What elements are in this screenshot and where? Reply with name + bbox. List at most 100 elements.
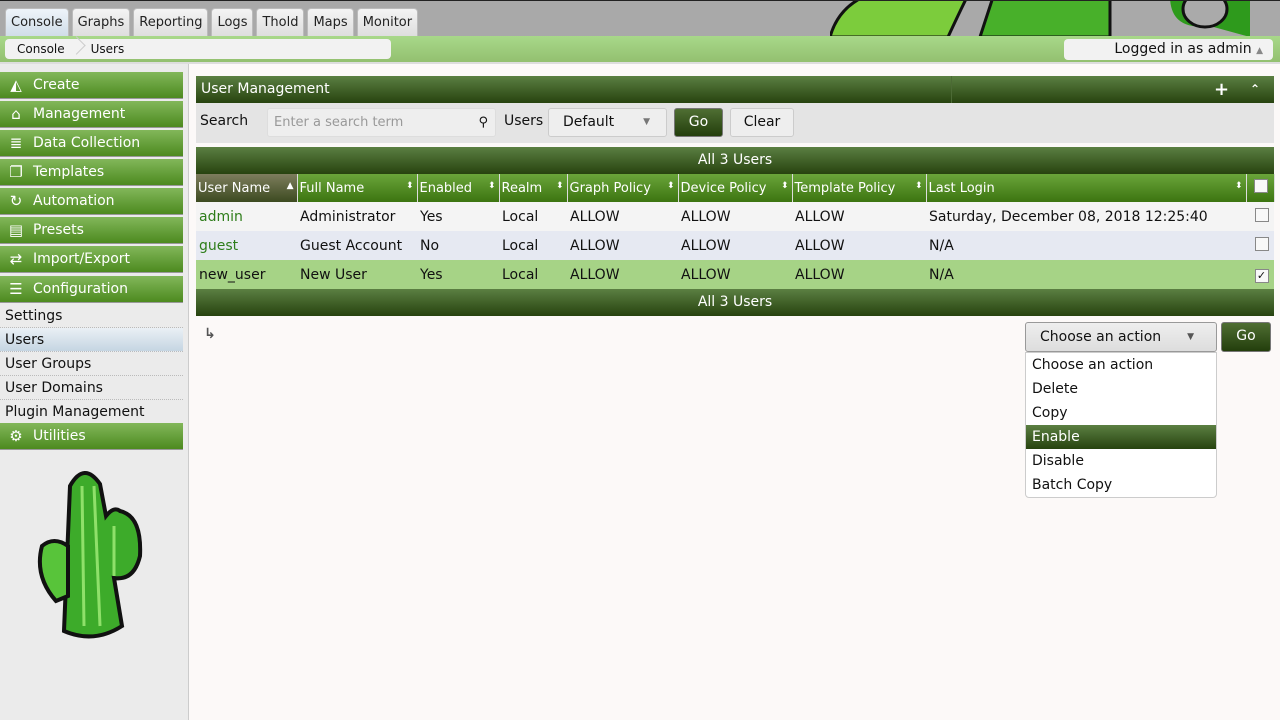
chart-area-icon: ◭ [10, 75, 22, 94]
select-all-checkbox[interactable] [1246, 174, 1275, 202]
tab-graphs[interactable]: Graphs [71, 8, 131, 37]
menu-automation[interactable]: ↻ Automation [0, 188, 183, 215]
go-button[interactable]: Go [674, 108, 723, 137]
tab-maps[interactable]: Maps [307, 8, 354, 37]
user-management-panel: User Management + ⌃ Search Enter a searc… [196, 76, 1275, 342]
menu-label: Data Collection [33, 134, 141, 151]
menu-presets[interactable]: ▤ Presets [0, 217, 183, 244]
cactus-logo-banner [830, 1, 1250, 37]
database-icon: ≣ [9, 133, 23, 152]
gears-icon: ⚙ [9, 426, 23, 445]
table-cell: ALLOW [681, 237, 731, 254]
col-template-policy[interactable]: Template Policy ⬍ [792, 174, 927, 202]
breadcrumb-console[interactable]: Console [5, 42, 79, 56]
table-cell: Local [502, 208, 539, 225]
col-user-name[interactable]: User Name ▲ [196, 174, 298, 202]
menu-data-collection[interactable]: ≣ Data Collection [0, 130, 183, 157]
col-enabled[interactable]: Enabled ⬍ [417, 174, 500, 202]
table-cell: ALLOW [795, 237, 845, 254]
col-full-name[interactable]: Full Name ⬍ [297, 174, 418, 202]
action-option-disable[interactable]: Disable [1026, 449, 1216, 473]
table-cell: new_user [196, 260, 297, 289]
user-link[interactable]: guest [199, 238, 238, 254]
action-option-enable[interactable]: Enable [1026, 425, 1216, 449]
menu-utilities[interactable]: ⚙ Utilities [0, 423, 183, 450]
caret-up-icon: ▲ [1256, 46, 1263, 56]
add-icon[interactable]: + [1214, 76, 1229, 103]
users-label: Users [504, 113, 544, 129]
user-menu[interactable]: Logged in as admin ▲ [1064, 39, 1273, 60]
action-option-copy[interactable]: Copy [1026, 401, 1216, 425]
table-cell: Saturday, December 08, 2018 12:25:40 [929, 208, 1208, 225]
breadcrumb-bar: Console Users Logged in as admin ▲ [0, 36, 1280, 64]
table-row[interactable]: new_user New User Yes Local ALLOW ALLOW ALLOW N… [196, 260, 1274, 289]
col-last-login[interactable]: Last Login ⬍ [926, 174, 1247, 202]
table-caption-bottom: All 3 Users [196, 289, 1274, 316]
table-row[interactable]: guest Guest Account No Local ALLOW ALLOW ALLOW… [196, 231, 1274, 260]
table-row[interactable]: admin Administrator Yes Local ALLOW ALLOW ALLO… [196, 202, 1274, 231]
table-cell: Yes [420, 266, 443, 283]
action-go-button[interactable]: Go [1221, 322, 1271, 352]
sidebar-item-settings[interactable]: Settings [0, 304, 183, 328]
table-cell: ALLOW [795, 208, 845, 225]
tab-logs[interactable]: Logs [211, 8, 254, 37]
table-cell: admin [196, 202, 297, 231]
col-graph-policy[interactable]: Graph Policy ⬍ [567, 174, 679, 202]
table-cell: N/A [929, 237, 954, 254]
menu-import-export[interactable]: ⇄ Import/Export [0, 246, 183, 273]
col-device-policy[interactable]: Device Policy ⬍ [678, 174, 793, 202]
table-cell: Local [502, 266, 539, 283]
row-checkbox[interactable]: ✓ [1254, 268, 1269, 283]
breadcrumb: Console Users [5, 39, 391, 59]
menu-configuration[interactable]: ☰ Configuration [0, 276, 183, 303]
table-cell: ALLOW [795, 266, 845, 283]
search-input[interactable]: Enter a search term ⚲ [267, 108, 496, 137]
sidebar-item-users[interactable]: Users [0, 328, 183, 352]
tab-thold[interactable]: Thold [256, 8, 305, 37]
table-cell: N/A [929, 266, 954, 283]
menu-label: Utilities [33, 427, 86, 444]
menu-create[interactable]: ◭ Create [0, 72, 183, 99]
tab-monitor[interactable]: Monitor [356, 8, 419, 37]
sidebar-item-plugin-management[interactable]: Plugin Management [0, 400, 183, 424]
sort-icon: ⬍ [666, 180, 675, 191]
table-cell: ALLOW [570, 266, 620, 283]
menu-management[interactable]: ⌂ Management [0, 101, 183, 128]
user-link[interactable]: admin [199, 209, 243, 225]
sidebar: ◭ Create ⌂ Management ≣ Data Collection ❐ Te… [0, 64, 189, 720]
panel-title: User Management [201, 81, 330, 97]
arrow-turn-icon: ↳ [204, 326, 216, 342]
sliders-icon: ☰ [9, 279, 23, 298]
table-cell: No [420, 237, 440, 254]
tab-reporting[interactable]: Reporting [133, 8, 209, 37]
users-select[interactable]: Default ▼ [548, 108, 667, 137]
table-cell: ALLOW [681, 266, 731, 283]
row-checkbox[interactable] [1254, 207, 1269, 222]
menu-templates[interactable]: ❐ Templates [0, 159, 183, 186]
user-link[interactable]: new_user [199, 267, 265, 283]
sidebar-item-user-domains[interactable]: User Domains [0, 376, 183, 400]
home-icon: ⌂ [11, 104, 21, 123]
col-realm[interactable]: Realm ⬍ [499, 174, 568, 202]
copy-icon: ❐ [9, 162, 23, 181]
breadcrumb-users[interactable]: Users [79, 42, 139, 56]
action-option-delete[interactable]: Delete [1026, 377, 1216, 401]
chevron-down-icon: ▼ [1187, 332, 1194, 342]
table-cell: Local [502, 237, 539, 254]
table-cell: New User [300, 266, 367, 283]
sort-icon: ⬍ [1234, 180, 1243, 191]
collapse-icon[interactable]: ⌃ [1250, 76, 1260, 103]
table-caption-top: All 3 Users [196, 147, 1274, 174]
action-select-value: Choose an action [1040, 329, 1162, 345]
row-checkbox[interactable] [1254, 236, 1269, 251]
cactus-logo [37, 471, 143, 639]
table-cell: Administrator [300, 208, 396, 225]
clear-button[interactable]: Clear [730, 108, 794, 137]
sort-asc-icon: ▲ [286, 180, 294, 191]
sidebar-item-user-groups[interactable]: User Groups [0, 352, 183, 376]
search-icon[interactable]: ⚲ [478, 109, 488, 136]
action-option-batch-copy[interactable]: Batch Copy [1026, 473, 1216, 497]
tab-console[interactable]: Console [5, 8, 69, 37]
action-select[interactable]: Choose an action ▼ [1025, 322, 1217, 352]
action-option-choose-an-action[interactable]: Choose an action [1026, 353, 1216, 377]
